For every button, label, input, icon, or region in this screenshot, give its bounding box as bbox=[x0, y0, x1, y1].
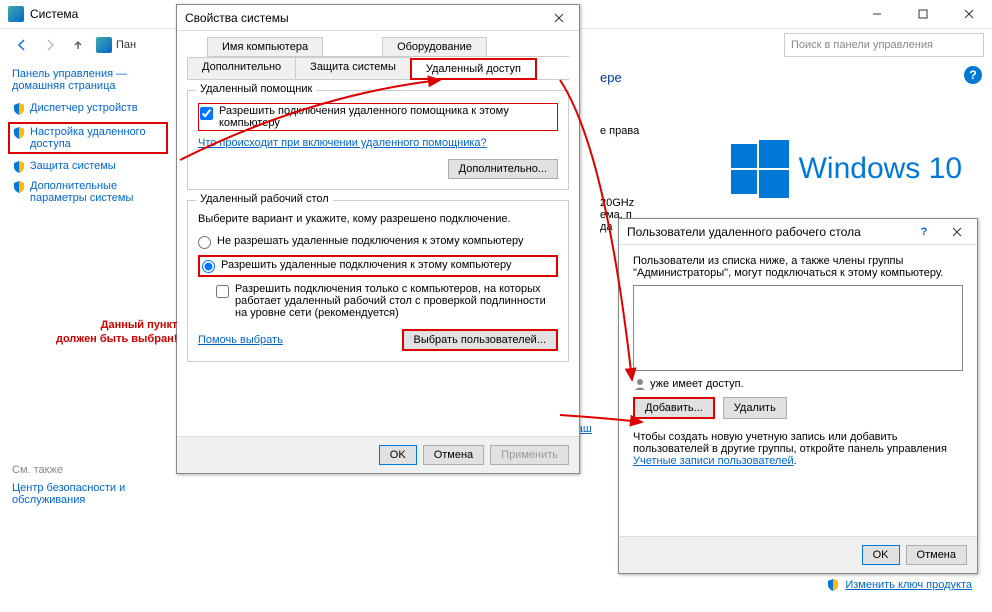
cancel-button[interactable]: Отмена bbox=[423, 445, 484, 465]
group-legend: Удаленный рабочий стол bbox=[196, 193, 333, 205]
change-product-key-link[interactable]: Изменить ключ продукта bbox=[845, 579, 972, 591]
see-also-heading: См. также bbox=[12, 464, 168, 476]
intro-text: Выберите вариант и укажите, кому разреше… bbox=[198, 213, 558, 225]
sidebar-item-label: Настройка удаленного доступа bbox=[30, 126, 164, 150]
sidebar-item-device-manager[interactable]: Диспетчер устройств bbox=[12, 102, 168, 116]
proc-partial: 20GHz bbox=[600, 197, 972, 209]
control-panel-home-link[interactable]: Панель управления — домашняя страница bbox=[12, 68, 168, 92]
system-icon bbox=[8, 6, 24, 22]
allow-remote-radio[interactable] bbox=[202, 260, 215, 273]
shield-icon bbox=[12, 160, 26, 174]
advanced-button[interactable]: Дополнительно... bbox=[448, 159, 558, 179]
shield-icon bbox=[12, 126, 26, 140]
close-button[interactable] bbox=[946, 0, 992, 28]
has-access-text: уже имеет доступ. bbox=[650, 378, 744, 390]
checkbox-label: Разрешить подключения удаленного помощни… bbox=[219, 105, 556, 129]
windows-logo-text: Windows 10 bbox=[799, 152, 962, 186]
sidebar-item-label: Защита системы bbox=[30, 160, 116, 172]
disallow-remote-radio[interactable] bbox=[198, 236, 211, 249]
maximize-button[interactable] bbox=[900, 0, 946, 28]
remove-button[interactable]: Удалить bbox=[723, 397, 787, 419]
help-button[interactable]: ? bbox=[911, 219, 937, 245]
ok-button[interactable]: OK bbox=[862, 545, 900, 565]
radio-label: Не разрешать удаленные подключения к это… bbox=[217, 235, 524, 247]
sidebar-item-remote-settings[interactable]: Настройка удаленного доступа bbox=[8, 122, 168, 154]
remote-desktop-users-dialog: Пользователи удаленного рабочего стола ?… bbox=[618, 218, 978, 574]
dialog-title: Пользователи удаленного рабочего стола bbox=[627, 225, 861, 239]
remote-desktop-group: Удаленный рабочий стол Выберите вариант … bbox=[187, 200, 569, 362]
close-button[interactable] bbox=[937, 219, 977, 245]
nla-checkbox[interactable] bbox=[216, 285, 229, 298]
minimize-button[interactable] bbox=[854, 0, 900, 28]
user-icon bbox=[633, 377, 647, 391]
disallow-remote-radio-row[interactable]: Не разрешать удаленные подключения к это… bbox=[198, 235, 558, 249]
apply-button[interactable]: Применить bbox=[490, 445, 569, 465]
tab-hardware[interactable]: Оборудование bbox=[382, 37, 487, 56]
what-happens-link[interactable]: Что происходит при включении удаленного … bbox=[198, 137, 558, 149]
dialog-titlebar: Свойства системы bbox=[177, 5, 579, 31]
tab-advanced[interactable]: Дополнительно bbox=[187, 57, 296, 79]
sidebar-item-advanced-settings[interactable]: Дополнительные параметры системы bbox=[12, 180, 168, 204]
sidebar-item-system-protection[interactable]: Защита системы bbox=[12, 160, 168, 174]
shield-icon bbox=[12, 102, 26, 116]
create-hint: Чтобы создать новую учетную запись или д… bbox=[633, 431, 963, 467]
user-accounts-link[interactable]: Учетные записи пользователей bbox=[633, 455, 794, 467]
allow-remote-assistance-checkbox[interactable] bbox=[200, 107, 213, 120]
user-list[interactable] bbox=[633, 285, 963, 371]
address-icon bbox=[96, 37, 112, 53]
window-title: Система bbox=[30, 7, 78, 21]
dialog-titlebar: Пользователи удаленного рабочего стола ? bbox=[619, 219, 977, 245]
radio-label: Разрешить удаленные подключения к этому … bbox=[221, 259, 512, 271]
intro-text: Пользователи из списка ниже, а также чле… bbox=[633, 255, 963, 279]
tab-system-protection[interactable]: Защита системы bbox=[295, 57, 411, 79]
forward-button[interactable] bbox=[36, 31, 64, 59]
back-button[interactable] bbox=[8, 31, 36, 59]
sidebar-item-label: Дополнительные параметры системы bbox=[30, 180, 168, 204]
windows-logo-icon bbox=[731, 140, 789, 198]
help-choose-link[interactable]: Помочь выбрать bbox=[198, 334, 283, 346]
ok-button[interactable]: OK bbox=[379, 445, 417, 465]
security-center-link[interactable]: Центр безопасности и обслуживания bbox=[12, 482, 125, 506]
select-users-button[interactable]: Выбрать пользователей... bbox=[402, 329, 559, 351]
close-button[interactable] bbox=[539, 5, 579, 31]
nla-checkbox-row[interactable]: Разрешить подключения только с компьютер… bbox=[216, 283, 558, 319]
cancel-button[interactable]: Отмена bbox=[906, 545, 967, 565]
tab-computer-name[interactable]: Имя компьютера bbox=[207, 37, 323, 56]
allow-remote-assistance-row[interactable]: Разрешить подключения удаленного помощни… bbox=[198, 103, 558, 131]
windows-logo: Windows 10 bbox=[731, 140, 962, 198]
shield-icon bbox=[826, 578, 840, 592]
breadcrumb[interactable]: Пан bbox=[116, 39, 136, 51]
dialog-title: Свойства системы bbox=[185, 11, 289, 25]
sidebar-item-label: Диспетчер устройств bbox=[30, 102, 138, 114]
up-button[interactable] bbox=[64, 31, 92, 59]
group-legend: Удаленный помощник bbox=[196, 83, 316, 95]
search-input[interactable]: Поиск в панели управления bbox=[784, 33, 984, 57]
tab-remote[interactable]: Удаленный доступ bbox=[410, 58, 537, 80]
shield-icon bbox=[12, 180, 26, 194]
rights-text: е права bbox=[600, 125, 972, 137]
system-properties-dialog: Свойства системы Имя компьютера Оборудов… bbox=[176, 4, 580, 474]
annotation-text: Данный пункт должен быть выбран! bbox=[56, 318, 177, 347]
os-section-title: ере bbox=[600, 70, 972, 85]
add-button[interactable]: Добавить... bbox=[633, 397, 715, 419]
remote-assistance-group: Удаленный помощник Разрешить подключения… bbox=[187, 90, 569, 190]
checkbox-label: Разрешить подключения только с компьютер… bbox=[235, 283, 558, 319]
allow-remote-radio-row[interactable]: Разрешить удаленные подключения к этому … bbox=[198, 255, 558, 277]
